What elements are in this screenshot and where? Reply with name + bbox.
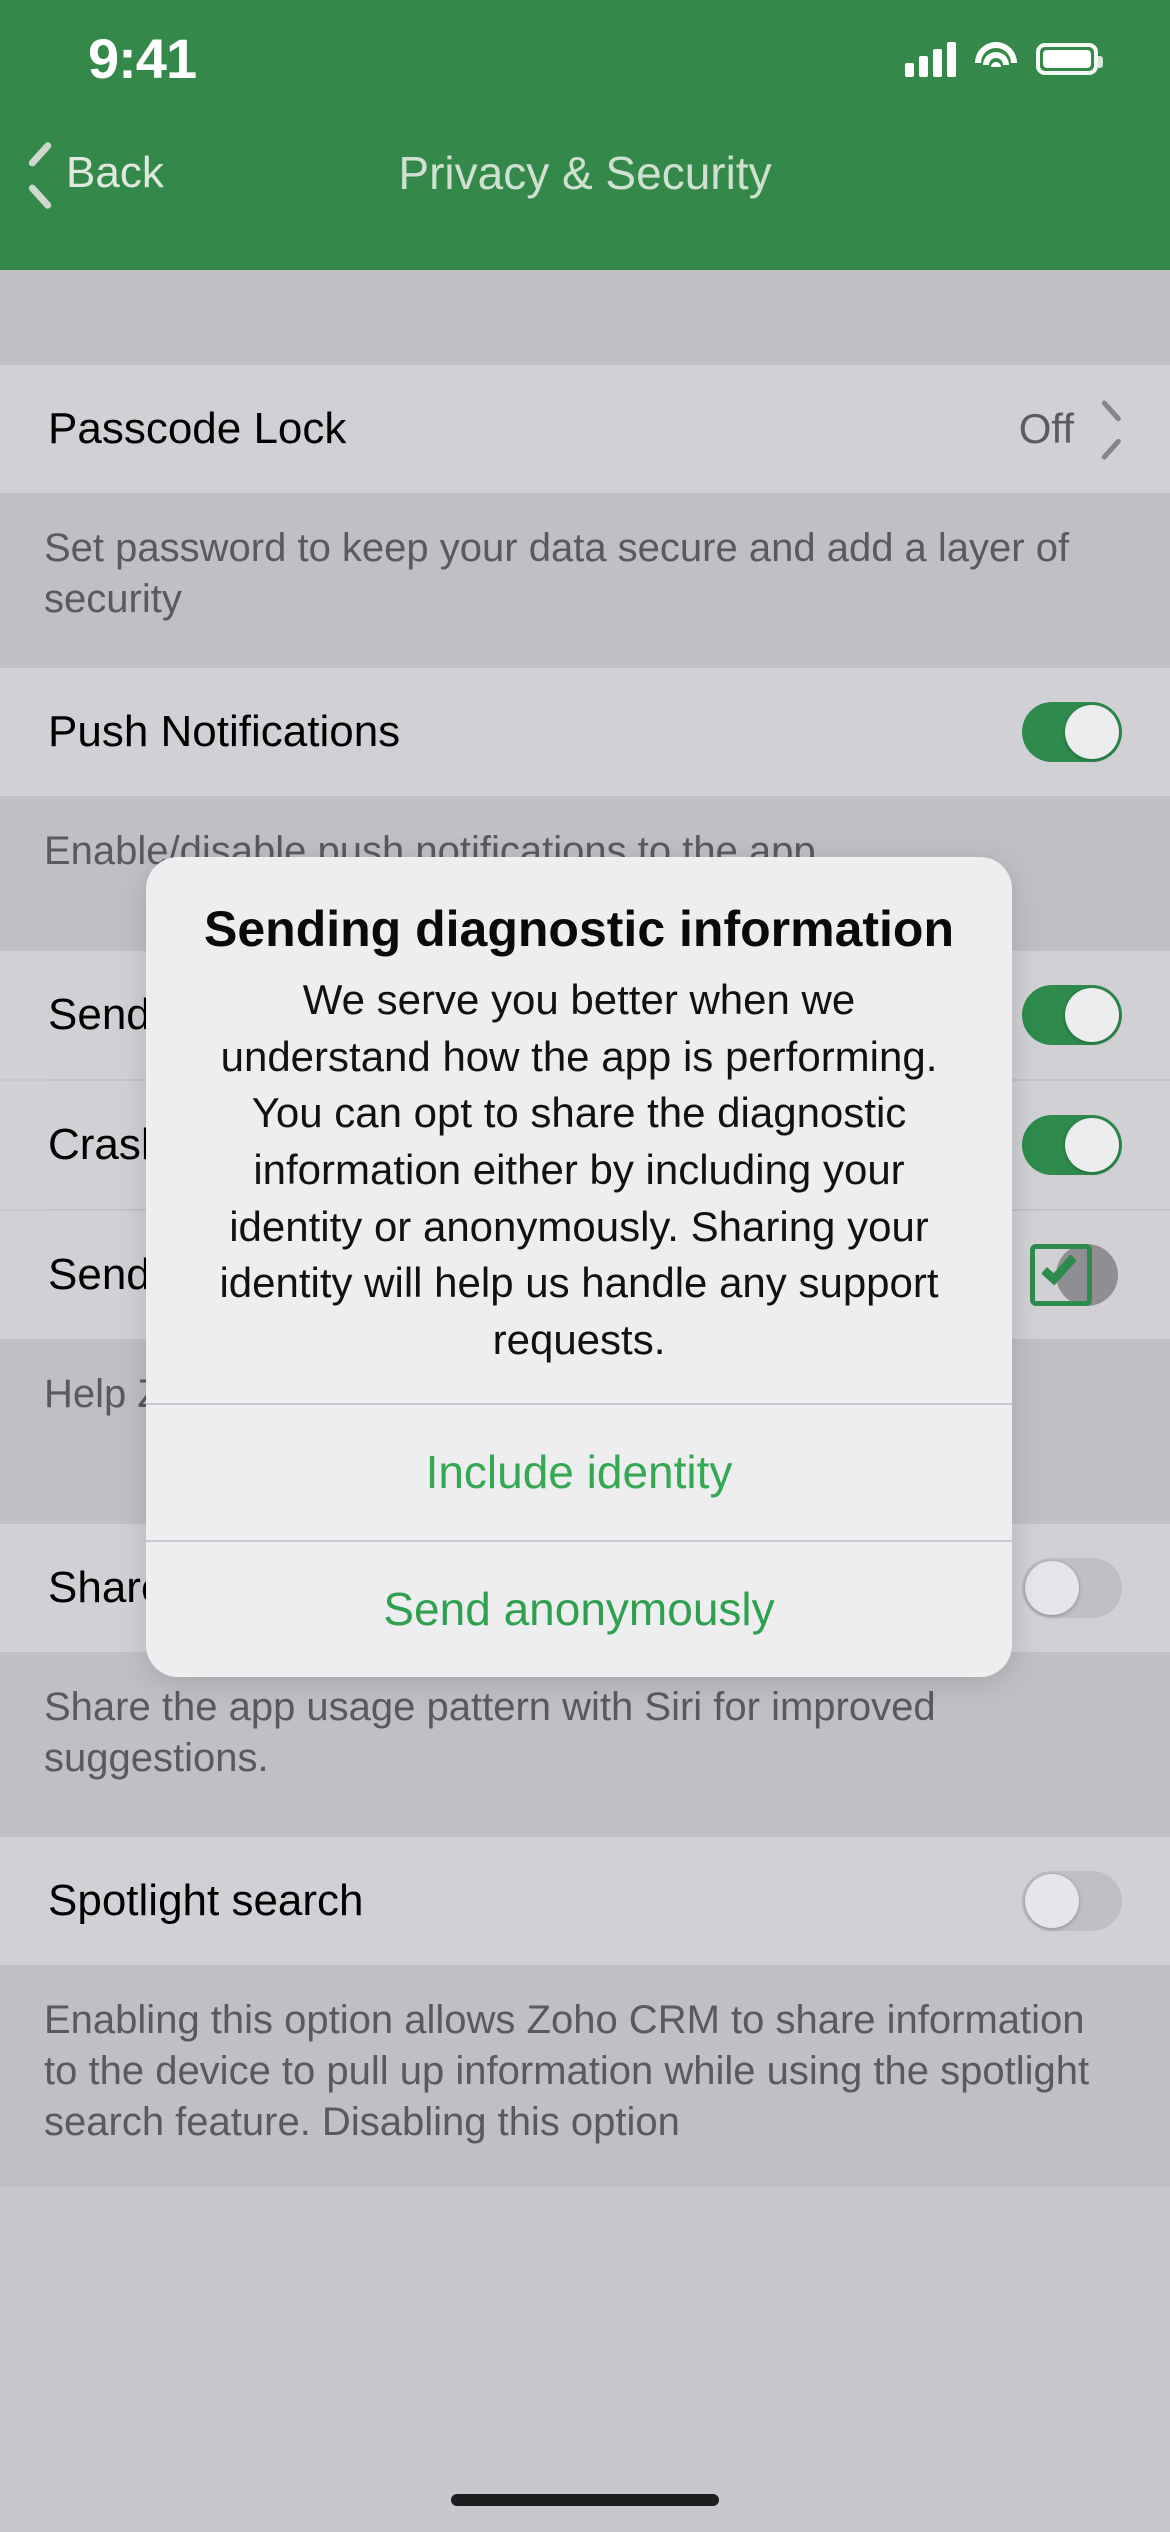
- diagnostic-alert-dialog: Sending diagnostic information We serve …: [146, 857, 1012, 1677]
- dialog-message: We serve you better when we understand h…: [219, 976, 939, 1364]
- toggle-spotlight-search[interactable]: [1022, 1871, 1122, 1931]
- row-label: Push Notifications: [48, 707, 401, 756]
- include-identity-button[interactable]: Include identity: [146, 1405, 1012, 1540]
- row-label: Spotlight search: [48, 1876, 364, 1925]
- row-accessory: Off: [1019, 405, 1122, 453]
- toggle-push-notifications[interactable]: [1022, 702, 1122, 762]
- row-spotlight-search[interactable]: Spotlight search: [0, 1837, 1170, 1965]
- chevron-right-icon: [1100, 409, 1122, 449]
- page-title: Privacy & Security: [398, 147, 772, 199]
- toggle-share-user-activities[interactable]: [1022, 1558, 1122, 1618]
- dialog-title: Sending diagnostic information: [204, 901, 954, 957]
- toggle-crash-reports[interactable]: [1022, 1115, 1122, 1175]
- footnote-share-activities: Share the app usage pattern with Siri fo…: [0, 1652, 1170, 1837]
- footnote-passcode: Set password to keep your data secure an…: [0, 493, 1170, 668]
- list-top-gap: [0, 270, 1170, 365]
- footnote-spotlight: Enabling this option allows Zoho CRM to …: [0, 1965, 1170, 2187]
- row-value: Off: [1018, 405, 1074, 452]
- toggle-send-diagnostics[interactable]: [1022, 985, 1122, 1045]
- row-push-notifications[interactable]: Push Notifications: [0, 668, 1170, 796]
- wifi-icon: [974, 42, 1018, 76]
- status-bar: 9:41: [0, 0, 1170, 120]
- navigation-bar: Back Privacy & Security: [0, 120, 1170, 270]
- home-indicator: [451, 2494, 719, 2506]
- row-label: Passcode Lock: [48, 404, 347, 453]
- battery-full-icon: [1036, 43, 1103, 75]
- status-time: 9:41: [88, 27, 197, 90]
- dialog-body: Sending diagnostic information We serve …: [146, 857, 1012, 1403]
- status-indicators: [905, 34, 1103, 84]
- phone-screen: 9:41 Back Privacy & Security Passcode Lo…: [0, 0, 1170, 2532]
- send-anonymously-button[interactable]: Send anonymously: [146, 1542, 1012, 1677]
- row-passcode-lock[interactable]: Passcode Lock Off: [0, 365, 1170, 493]
- app-header: 9:41 Back Privacy & Security: [0, 0, 1170, 270]
- cellular-bars-icon: [905, 41, 956, 77]
- checkmark-box-icon[interactable]: [1022, 1240, 1122, 1310]
